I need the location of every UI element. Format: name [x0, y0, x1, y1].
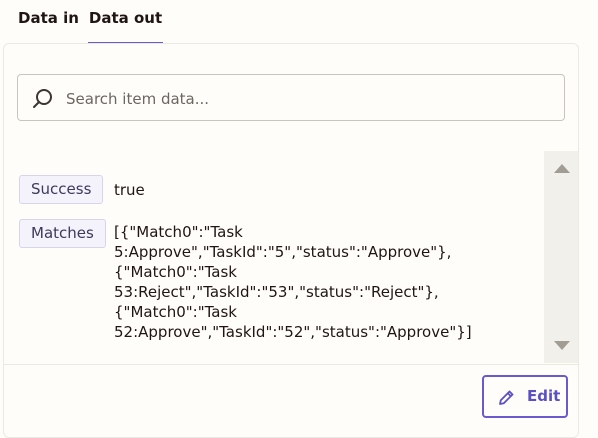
search-icon: [33, 89, 52, 108]
output-data-list: Success true Matches [{"Match0":"Task 5:…: [4, 152, 578, 364]
pencil-icon: [499, 390, 514, 405]
footer-divider: [4, 364, 578, 365]
data-out-panel: Success true Matches [{"Match0":"Task 5:…: [3, 43, 579, 438]
edit-button-label: Edit: [527, 387, 561, 405]
scroll-down-arrow-icon[interactable]: [554, 341, 570, 350]
vertical-scrollbar[interactable]: [544, 151, 578, 363]
field-key-success: Success: [19, 175, 104, 204]
tab-data-out[interactable]: Data out: [88, 0, 163, 44]
search-input[interactable]: [64, 75, 558, 122]
tab-bar: Data in Data out: [0, 0, 598, 44]
field-value-matches: [{"Match0":"Task 5:Approve","TaskId":"5"…: [114, 223, 472, 341]
field-key-matches: Matches: [19, 219, 106, 248]
edit-button[interactable]: Edit: [482, 375, 568, 418]
field-value-success: true: [114, 181, 145, 199]
scroll-up-arrow-icon[interactable]: [554, 164, 570, 173]
search-box[interactable]: [17, 74, 565, 122]
tab-data-in[interactable]: Data in: [18, 0, 79, 42]
